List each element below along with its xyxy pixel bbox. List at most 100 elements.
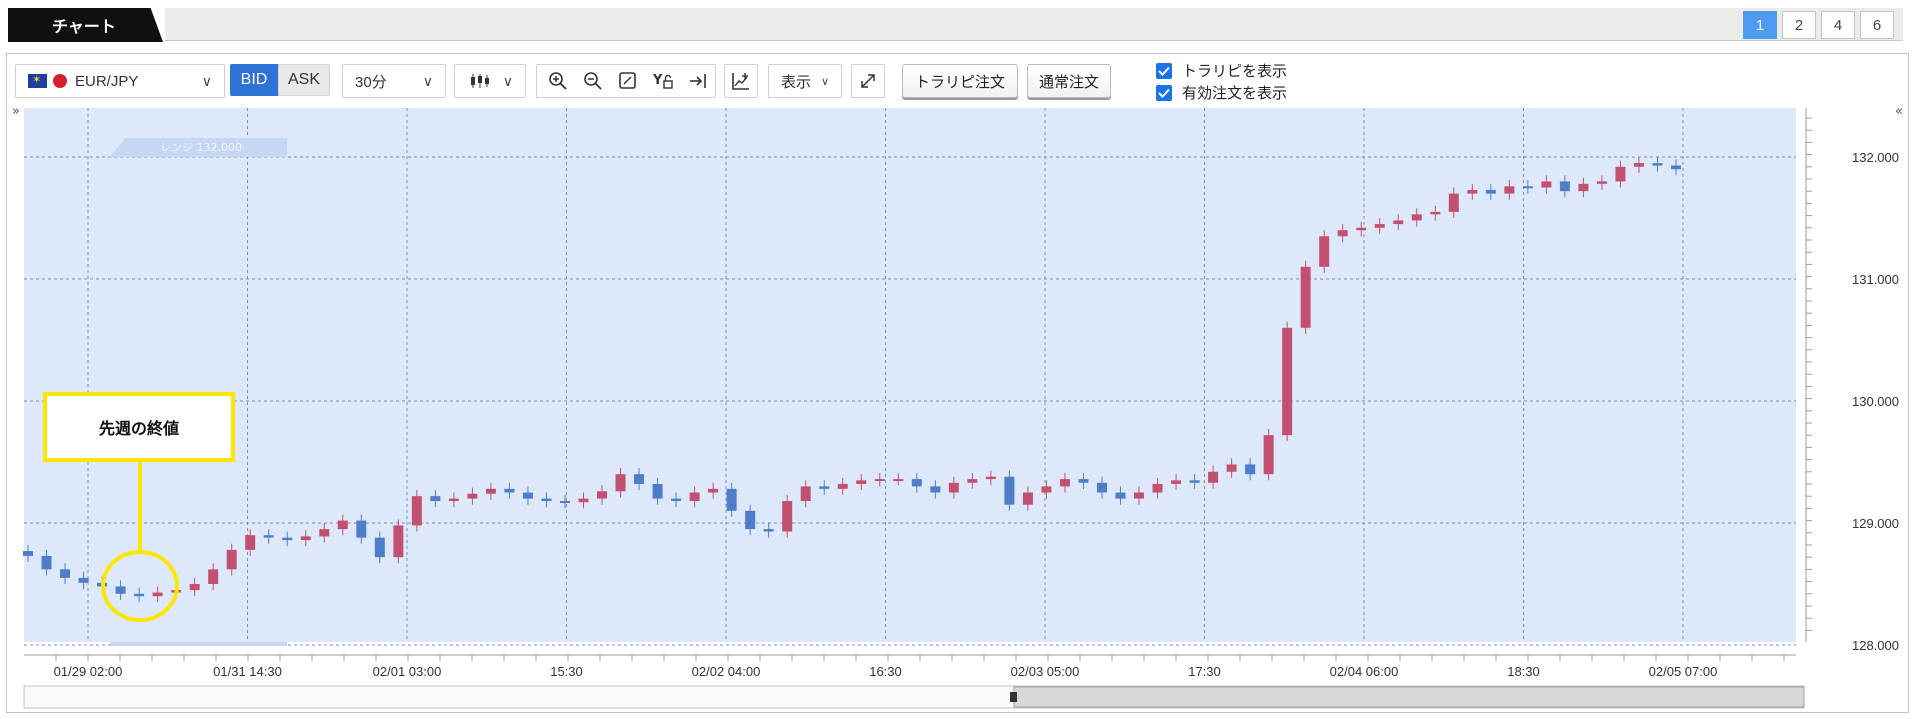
x-tick-label: 02/02 04:00 — [692, 664, 761, 679]
candle-body — [1596, 181, 1607, 184]
y-tick-label: 132.000 — [1852, 150, 1899, 165]
candle-body — [911, 479, 922, 487]
candle-body — [1208, 471, 1219, 483]
x-axis: 01/29 02:00 01/31 14:30 02/01 03:00 15:30 02… — [24, 654, 1796, 679]
candle-body — [41, 555, 52, 570]
candle-body — [319, 529, 330, 537]
candle-body — [208, 569, 219, 584]
x-tick-label: 02/04 06:00 — [1330, 664, 1399, 679]
time-navigator[interactable] — [23, 685, 1805, 709]
candle-body — [559, 501, 570, 504]
candle-body — [615, 474, 626, 492]
x-tick-label: 17:30 — [1188, 664, 1221, 679]
candle-body — [282, 537, 293, 541]
candle-body — [115, 586, 126, 594]
candle-body — [541, 498, 552, 502]
candle-body — [1671, 165, 1681, 170]
candle-body — [393, 525, 404, 558]
candle-body — [1448, 193, 1459, 212]
range-label: レンジ 132.000 — [160, 141, 242, 154]
candle-body — [819, 486, 830, 489]
candle-body — [1134, 492, 1145, 499]
candle-body — [800, 486, 811, 502]
candle-body — [1263, 435, 1274, 475]
candle-body — [134, 593, 145, 597]
candle-body — [893, 479, 904, 482]
candle-body — [856, 480, 867, 484]
candle-body — [578, 498, 589, 503]
candle-body — [708, 488, 719, 493]
candle-body — [634, 474, 645, 484]
candle-body — [1152, 483, 1163, 493]
candle-body — [1393, 220, 1404, 225]
candle-body — [1004, 476, 1015, 505]
candle-body — [1504, 186, 1515, 194]
navigator-handle — [1010, 692, 1017, 702]
candle-body — [671, 498, 682, 502]
candle-body — [1374, 224, 1385, 228]
candle-body — [300, 536, 311, 541]
candle-body — [448, 498, 459, 502]
candle-body — [948, 482, 959, 493]
candle-body — [337, 520, 348, 530]
candle-body — [1171, 480, 1182, 484]
candle-body — [1652, 163, 1663, 166]
candle-body — [356, 520, 367, 538]
y-tick-label: 128.000 — [1852, 638, 1899, 653]
annotation-label: 先週の終値 — [99, 419, 179, 438]
y-tick-label: 129.000 — [1852, 516, 1899, 531]
price-chart[interactable]: レンジ 132.000 132.000 131.000 130.000 129.000… — [0, 0, 1915, 719]
candle-body — [430, 496, 441, 502]
x-tick-label: 02/03 05:00 — [1011, 664, 1080, 679]
candle-body — [78, 577, 89, 583]
y-tick-label: 131.000 — [1852, 272, 1899, 287]
candle-body — [1041, 486, 1052, 493]
candle-body — [745, 510, 756, 530]
candle-body — [726, 488, 737, 511]
candle-body — [1115, 492, 1126, 499]
x-tick-label: 02/05 07:00 — [1649, 664, 1718, 679]
candle-body — [245, 535, 256, 550]
candle-body — [985, 476, 996, 480]
candle-body — [226, 549, 237, 570]
candle-body — [837, 483, 848, 489]
candle-body — [1559, 181, 1570, 192]
y-axis: 132.000 131.000 130.000 129.000 128.000 — [1805, 108, 1899, 653]
candle-body — [1078, 479, 1089, 483]
candle-body — [1411, 214, 1422, 221]
candle-body — [1189, 480, 1200, 483]
candle-body — [1633, 163, 1644, 167]
x-tick-label: 18:30 — [1507, 664, 1540, 679]
candle-body — [1059, 479, 1070, 487]
candle-body — [652, 483, 663, 499]
candle-body — [263, 535, 274, 538]
candle-body — [1430, 211, 1441, 215]
candle-body — [189, 584, 200, 591]
candle-body — [1022, 492, 1033, 505]
candle-body — [152, 592, 163, 597]
candle-body — [522, 492, 533, 499]
candle-body — [1337, 230, 1348, 237]
x-tick-label: 02/01 03:00 — [373, 664, 442, 679]
candle-body — [689, 492, 700, 502]
candle-body — [411, 496, 422, 526]
candle-body — [23, 551, 33, 556]
candle-body — [782, 501, 793, 532]
candle-body — [1522, 186, 1533, 189]
candle-body — [60, 569, 71, 578]
x-tick-label: 01/29 02:00 — [54, 664, 123, 679]
candle-body — [1300, 266, 1311, 328]
candle-body — [374, 537, 385, 558]
candle-body — [1541, 181, 1552, 188]
candle-body — [967, 479, 978, 483]
candle-body — [1615, 166, 1626, 182]
candle-body — [485, 488, 496, 494]
x-tick-label: 15:30 — [550, 664, 583, 679]
candle-body — [504, 488, 515, 493]
candle-body — [1356, 227, 1367, 231]
candle-body — [1226, 464, 1237, 472]
y-tick-label: 130.000 — [1852, 394, 1899, 409]
candle-body — [1467, 189, 1478, 194]
navigator-window — [1013, 686, 1805, 708]
range-bottom-marker — [110, 642, 287, 646]
